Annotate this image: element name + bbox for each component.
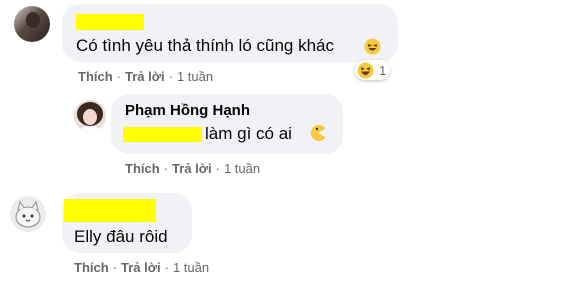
- comment-text: Có tình yêu thả thính ló cũng khác: [76, 36, 335, 55]
- grinning-squint-emoji: [364, 38, 381, 55]
- pacman-emoji: [309, 124, 327, 142]
- like-link[interactable]: Thích: [125, 161, 160, 176]
- reply-link[interactable]: Trả lời: [121, 260, 161, 275]
- avatar[interactable]: [10, 196, 46, 232]
- avatar[interactable]: [14, 6, 50, 42]
- comment-text: Elly đâu rôid: [74, 227, 168, 246]
- comment-actions: Thích · Trả lời · 1 tuần: [78, 69, 214, 84]
- comment-actions: Thích · Trả lời · 1 tuần: [74, 260, 210, 275]
- timestamp[interactable]: 1 tuần: [177, 69, 213, 84]
- like-link[interactable]: Thích: [78, 69, 113, 84]
- timestamp[interactable]: 1 tuần: [173, 260, 209, 275]
- redacted-tagged-name: [123, 127, 202, 142]
- haha-reaction-icon: [357, 62, 374, 79]
- reaction-badge[interactable]: 1: [355, 60, 391, 80]
- avatar[interactable]: [74, 100, 106, 132]
- redacted-author-name: [64, 199, 156, 222]
- comment-text: làm gì có ai: [205, 124, 292, 143]
- timestamp[interactable]: 1 tuần: [224, 161, 260, 176]
- like-link[interactable]: Thích: [74, 260, 109, 275]
- comment-author[interactable]: Phạm Hồng Hạnh: [125, 102, 250, 119]
- redacted-author-name: [76, 14, 144, 30]
- reply-link[interactable]: Trả lời: [125, 69, 165, 84]
- comment-actions: Thích · Trả lời · 1 tuần: [125, 161, 261, 176]
- reply-link[interactable]: Trả lời: [172, 161, 212, 176]
- reaction-count: 1: [379, 62, 387, 78]
